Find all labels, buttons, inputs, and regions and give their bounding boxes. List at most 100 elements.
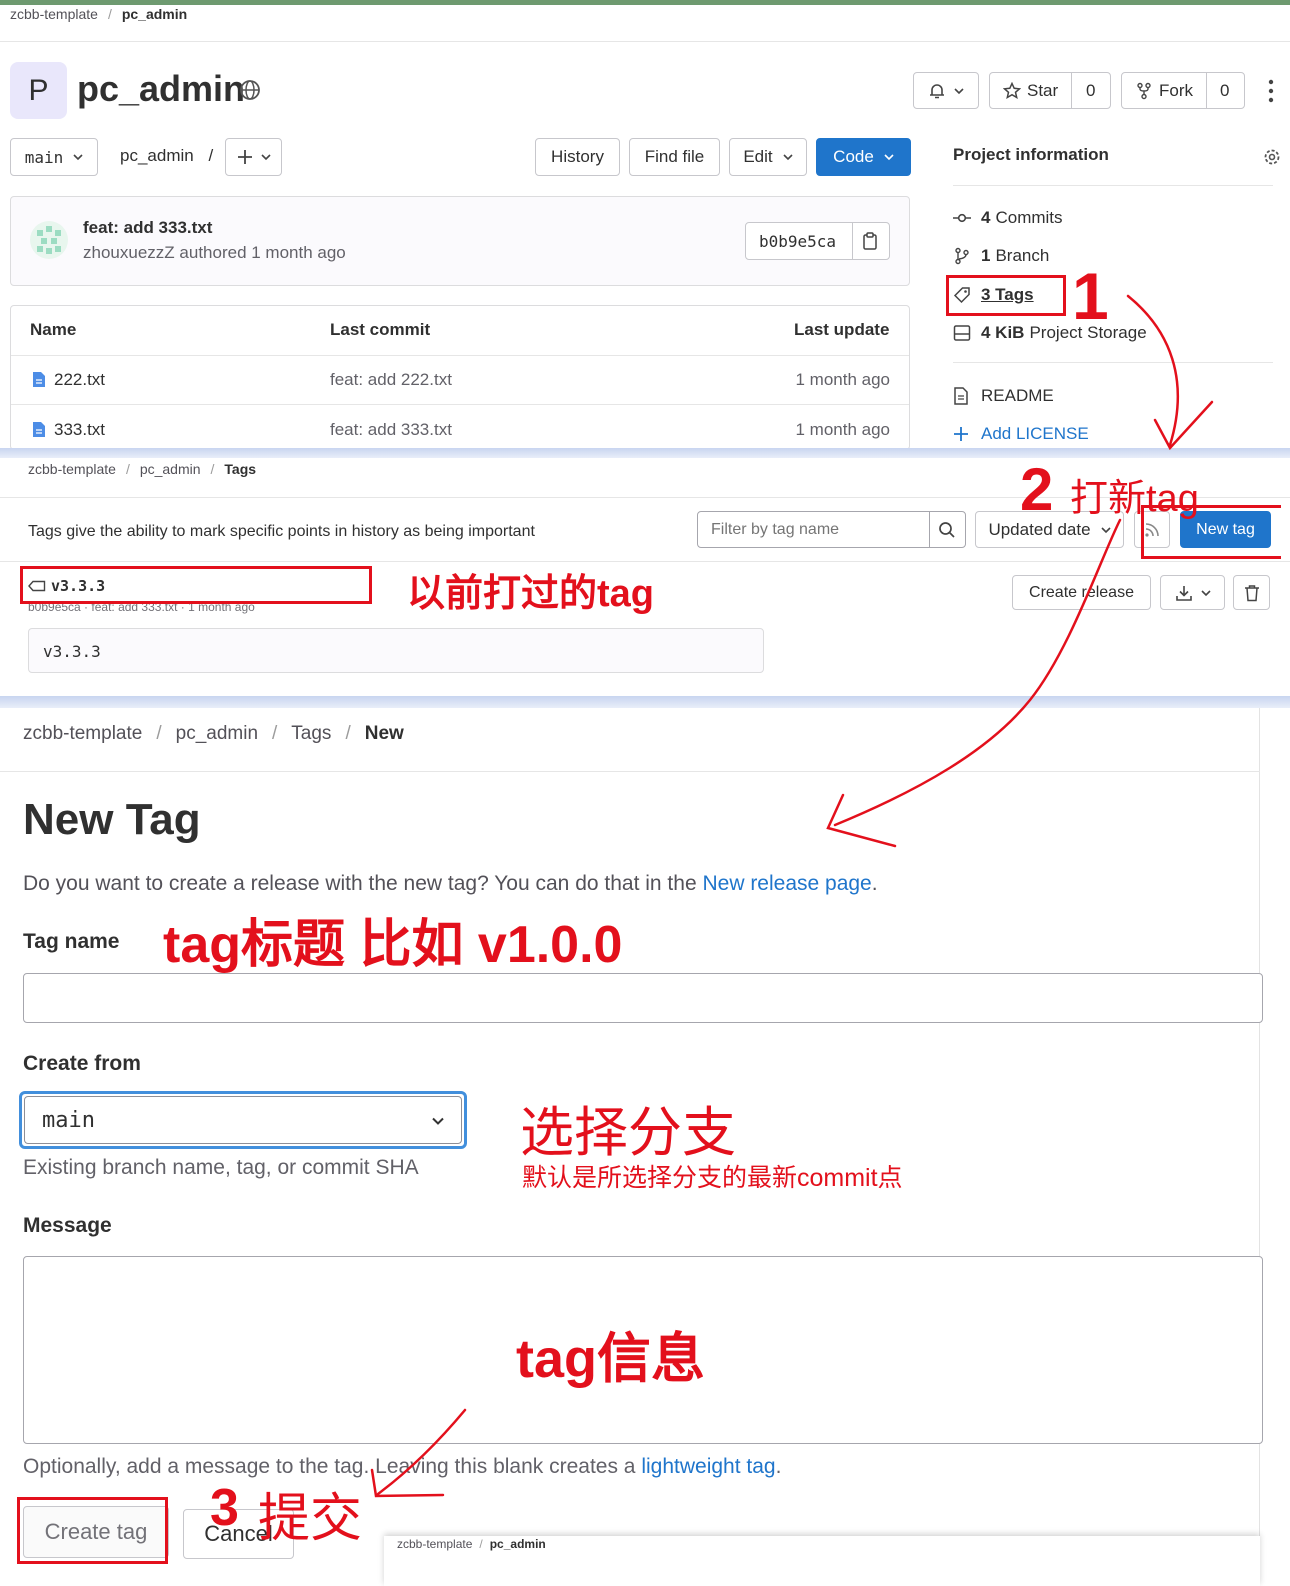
path-project[interactable]: pc_admin (120, 146, 194, 165)
create-from-help: Existing branch name, tag, or commit SHA (23, 1156, 419, 1179)
fork-count: 0 (1220, 81, 1230, 100)
commits-label: Commits (995, 208, 1063, 227)
branch-selector[interactable]: main (10, 138, 98, 176)
column-last-update: Last update (794, 320, 890, 339)
breadcrumb: zcbb-template / pc_admin / Tags / New (23, 723, 404, 745)
commits-link[interactable]: 4 Commits (953, 208, 1063, 228)
arrowhead-step1 (1153, 400, 1214, 451)
file-name[interactable]: 333.txt (54, 420, 105, 440)
divider (0, 771, 1260, 772)
fork-button[interactable]: Fork 0 (1121, 72, 1245, 109)
path-separator: / (208, 146, 214, 165)
repo-path: pc_admin / (120, 146, 213, 166)
branch-name: main (24, 147, 64, 167)
annotation-tag-title: tag标题 比如 v1.0.0 (163, 916, 623, 974)
annotation-box-create-tag (17, 1497, 168, 1564)
commit-sha-box[interactable]: b0b9e5ca (745, 222, 890, 260)
breadcrumb: zcbb-template / pc_admin (10, 6, 188, 22)
globe-icon (239, 79, 261, 101)
new-release-link[interactable]: New release page (702, 872, 871, 895)
divider (953, 362, 1273, 363)
add-to-tree-button[interactable] (225, 138, 282, 176)
breadcrumb-project[interactable]: pc_admin (176, 723, 258, 745)
create-release-button[interactable]: Create release (1012, 575, 1151, 610)
delete-tag-button[interactable] (1233, 575, 1270, 610)
storage-link[interactable]: 4 KiB Project Storage (953, 323, 1147, 343)
page-intro: Do you want to create a release with the… (23, 872, 878, 896)
breadcrumb-project[interactable]: pc_admin (490, 1537, 546, 1551)
star-button[interactable]: Star 0 (989, 72, 1111, 109)
file-icon (32, 371, 46, 388)
tag-message: v3.3.3 (28, 628, 764, 673)
breadcrumb-group[interactable]: zcbb-template (23, 723, 142, 745)
breadcrumb-group[interactable]: zcbb-template (28, 461, 116, 477)
chevron-down-icon (431, 1114, 445, 1128)
tag-name-input[interactable] (23, 973, 1263, 1023)
fork-icon (1135, 82, 1153, 100)
chevron-down-icon (783, 152, 793, 162)
create-from-label: Create from (23, 1052, 141, 1075)
project-avatar: P (10, 62, 67, 119)
file-icon (32, 421, 46, 438)
annotation-step1: 1 (1072, 259, 1109, 333)
branch-icon (953, 247, 971, 265)
message-help: Optionally, add a message to the tag. Le… (23, 1455, 781, 1479)
chevron-down-icon (884, 152, 894, 162)
breadcrumb-group[interactable]: zcbb-template (10, 6, 98, 22)
page-title: New Tag (23, 795, 201, 844)
branches-link[interactable]: 1 Branch (953, 246, 1049, 266)
chevron-down-icon (1200, 588, 1211, 598)
readme-link[interactable]: README (953, 386, 1054, 406)
annotation-box-old-tag (20, 566, 372, 604)
commit-author[interactable]: zhouxuezzZ (83, 243, 175, 262)
breadcrumb-project[interactable]: pc_admin (140, 461, 201, 477)
create-from-dropdown[interactable]: main (24, 1096, 462, 1144)
more-actions-icon[interactable] (1266, 78, 1276, 104)
chevron-down-icon (73, 152, 83, 162)
breadcrumb: zcbb-template / pc_admin / Tags (28, 461, 257, 477)
branch-count: 1 (981, 246, 991, 265)
column-name: Name (30, 320, 77, 339)
commits-count: 4 (981, 208, 991, 227)
document-icon (953, 387, 969, 405)
search-icon[interactable] (938, 521, 956, 539)
code-button[interactable]: Code (816, 138, 911, 176)
copy-icon[interactable] (862, 232, 878, 250)
table-row[interactable]: 222.txt feat: add 222.txt 1 month ago (11, 356, 909, 405)
find-file-button[interactable]: Find file (629, 138, 720, 176)
file-commit[interactable]: feat: add 222.txt (330, 370, 452, 390)
edit-button[interactable]: Edit (729, 138, 807, 176)
tag-filter-input[interactable] (698, 512, 929, 547)
download-icon (1175, 584, 1193, 602)
breadcrumb-project[interactable]: pc_admin (122, 6, 187, 22)
star-label: Star (1027, 80, 1059, 100)
commit-sha: b0b9e5ca (759, 231, 837, 251)
table-row[interactable]: 333.txt feat: add 333.txt 1 month ago (11, 405, 909, 449)
history-button[interactable]: History (535, 138, 620, 176)
notification-button[interactable] (913, 72, 979, 109)
tags-description: Tags give the ability to mark specific p… (28, 523, 535, 540)
annotation-step2: 2 (1020, 456, 1054, 523)
readme-label: README (981, 386, 1054, 405)
tag-name-label: Tag name (23, 930, 120, 953)
breadcrumb-tags[interactable]: Tags (224, 461, 256, 477)
file-commit[interactable]: feat: add 333.txt (330, 420, 452, 440)
breadcrumb-group[interactable]: zcbb-template (397, 1537, 472, 1551)
plus-icon (237, 149, 253, 165)
annotation-tag-info: tag信息 (516, 1329, 705, 1389)
file-name[interactable]: 222.txt (54, 370, 105, 390)
breadcrumb-tags[interactable]: Tags (291, 723, 331, 745)
star-icon (1003, 81, 1021, 100)
screenshot-seam (0, 696, 1290, 708)
screenshot-seam (0, 448, 1290, 458)
download-button[interactable] (1160, 575, 1225, 610)
add-license-link[interactable]: Add LICENSE (953, 424, 1089, 444)
commit-title[interactable]: feat: add 333.txt (83, 218, 212, 238)
lightweight-tag-link[interactable]: lightweight tag (641, 1455, 775, 1478)
gear-icon[interactable] (1262, 147, 1282, 167)
annotation-step3: 3 (210, 1479, 239, 1537)
fork-label: Fork (1159, 80, 1193, 100)
bell-icon (928, 82, 946, 100)
tag-filter[interactable] (697, 511, 966, 548)
project-title: pc_admin (77, 68, 246, 109)
